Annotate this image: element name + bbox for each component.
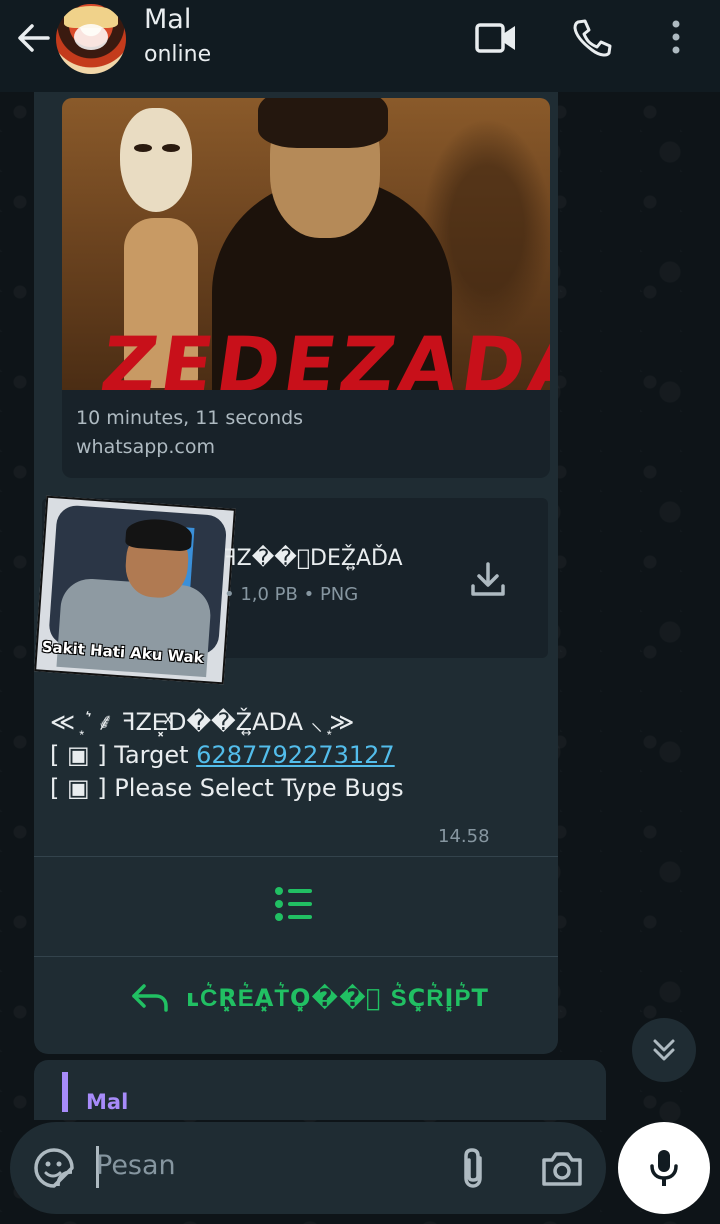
voice-call-button[interactable] <box>570 16 614 60</box>
download-icon <box>471 562 505 596</box>
document-file-info: • 1,0 PB • PNG <box>224 584 359 605</box>
more-vertical-icon <box>672 20 680 54</box>
target-label: [ ▣ ] Target <box>50 741 197 769</box>
paperclip-icon <box>464 1148 482 1188</box>
message-line-3: [ ▣ ] Please Select Type Bugs <box>50 774 404 802</box>
download-button[interactable] <box>468 560 508 600</box>
scroll-to-bottom-button[interactable] <box>632 1018 696 1082</box>
message-input[interactable]: Pesan <box>96 1150 176 1181</box>
next-message-bubble[interactable]: Mal <box>34 1060 606 1120</box>
message-input-bar: Pesan <box>10 1122 606 1214</box>
contact-name[interactable]: Mal <box>144 4 191 35</box>
poster-title: ZEDEZADA <box>95 320 550 390</box>
list-menu-button[interactable] <box>272 884 316 924</box>
message-time: 14.58 <box>438 826 490 847</box>
avatar[interactable] <box>56 4 126 74</box>
list-icon <box>275 887 312 921</box>
microphone-icon <box>650 1150 678 1186</box>
phone-icon <box>573 19 612 57</box>
voice-message-button[interactable] <box>618 1122 710 1214</box>
sticker-icon <box>34 1148 74 1188</box>
chat-header: Mal online <box>0 0 720 92</box>
message-bubble[interactable]: ZEDEZADA 10 minutes, 11 seconds whatsapp… <box>34 92 558 1054</box>
attach-button[interactable] <box>454 1146 494 1190</box>
camera-icon <box>542 1152 582 1186</box>
divider <box>34 956 558 957</box>
reply-arrow-icon <box>132 984 168 1012</box>
video-call-button[interactable] <box>474 16 518 60</box>
message-line-1: ≪ ͙ ͛ ⸙ ꟻZE͓ͯD��Ž͍ADA ⸜ ͙≫ <box>50 708 355 736</box>
quick-reply-button[interactable]: ʟC͛R͓E͛A͓T͛O͓��ͫ S͛C͓R͛I͓P͛T <box>130 982 489 1014</box>
next-message-sender: Mal <box>86 1090 129 1114</box>
back-button[interactable] <box>14 18 54 58</box>
camera-button[interactable] <box>540 1148 584 1188</box>
more-options-button[interactable] <box>654 16 698 60</box>
quote-bar <box>62 1072 68 1112</box>
double-chevron-down-icon <box>653 1039 675 1061</box>
message-text: ≪ ͙ ͛ ⸙ ꟻZE͓ͯD��Ž͍ADA ⸜ ͙≫ [ ▣ ] Target … <box>50 706 404 805</box>
contact-status: online <box>144 42 212 67</box>
video-camera-icon <box>475 23 515 53</box>
quick-reply-label: ʟC͛R͓E͛A͓T͛O͓��ͫ S͛C͓R͛I͓P͛T <box>186 983 489 1012</box>
link-preview-card[interactable]: ZEDEZADA 10 minutes, 11 seconds whatsapp… <box>62 98 550 478</box>
phone-number-link[interactable]: 6287792273127 <box>196 741 395 769</box>
link-preview-image[interactable]: ZEDEZADA <box>62 98 550 390</box>
document-file-name: ꟻZ��ͯDEŽ͍AĎA <box>224 546 403 571</box>
sticker-button[interactable] <box>32 1146 76 1190</box>
document-thumbnail[interactable]: Sakit Hati Aku Wak <box>34 495 236 685</box>
message-line-2: [ ▣ ] Target 6287792273127 <box>50 739 404 772</box>
link-preview-domain: whatsapp.com <box>76 436 215 458</box>
arrow-left-icon <box>18 24 50 52</box>
divider <box>34 856 558 857</box>
link-preview-title: 10 minutes, 11 seconds <box>76 407 304 429</box>
